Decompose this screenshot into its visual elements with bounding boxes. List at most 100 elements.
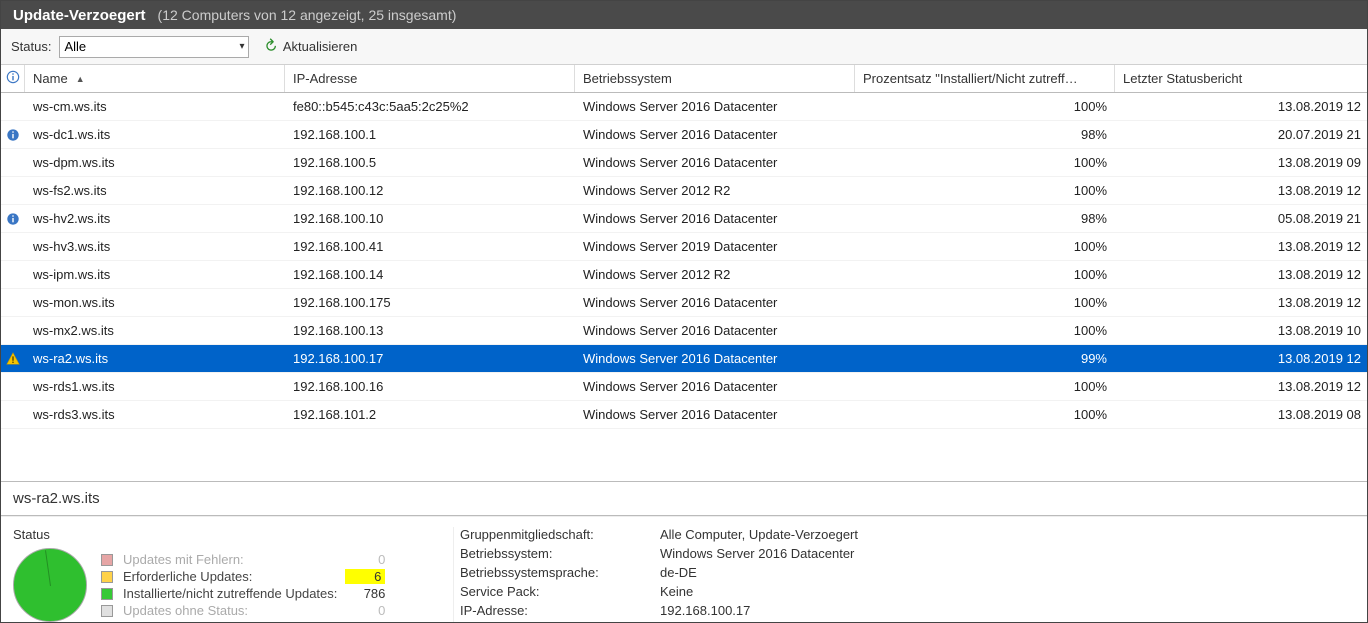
cell-ip: 192.168.100.175 [285,295,575,310]
cell-ip: 192.168.100.41 [285,239,575,254]
status-pie-chart [13,548,87,622]
sort-asc-icon: ▲ [76,74,85,84]
column-header-last[interactable]: Letzter Statusbericht [1115,65,1367,92]
refresh-button[interactable]: ↻ Aktualisieren [257,37,363,57]
legend-label-errors: Updates mit Fehlern: [123,552,337,567]
cell-pct: 100% [855,379,1115,394]
cell-os: Windows Server 2016 Datacenter [575,379,855,394]
prop-val-os: Windows Server 2016 Datacenter [660,546,1355,561]
cell-os: Windows Server 2012 R2 [575,183,855,198]
cell-pct: 99% [855,351,1115,366]
column-header-pct[interactable]: Prozentsatz "Installiert/Nicht zutreff… [855,65,1115,92]
legend-value-installed: 786 [345,586,385,601]
cell-last: 13.08.2019 12 [1115,239,1367,254]
cell-pct: 100% [855,407,1115,422]
cell-name: ws-rds3.ws.its [25,407,285,422]
cell-name: ws-mx2.ws.its [25,323,285,338]
window-subtitle: (12 Computers von 12 angezeigt, 25 insge… [158,7,457,23]
status-filter-dropdown[interactable]: Alle ▾ [59,36,249,58]
cell-name: ws-mon.ws.its [25,295,285,310]
legend-value-required: 6 [345,569,385,584]
prop-key-lang: Betriebssystemsprache: [460,565,650,580]
details-header: ws-ra2.ws.its [1,481,1367,516]
info-icon [6,70,20,87]
table-body[interactable]: ws-cm.ws.itsfe80::b545:c43c:5aa5:2c25%2W… [1,93,1367,481]
cell-pct: 100% [855,323,1115,338]
cell-ip: 192.168.100.1 [285,127,575,142]
status-label: Status: [11,39,51,54]
cell-pct: 100% [855,295,1115,310]
chevron-down-icon: ▾ [239,41,244,52]
cell-pct: 100% [855,155,1115,170]
prop-val-sp: Keine [660,584,1355,599]
cell-last: 13.08.2019 08 [1115,407,1367,422]
table-row[interactable]: ws-ipm.ws.its192.168.100.14Windows Serve… [1,261,1367,289]
refresh-icon: ↻ [260,36,281,57]
table-row[interactable]: ws-hv3.ws.its192.168.100.41Windows Serve… [1,233,1367,261]
cell-os: Windows Server 2016 Datacenter [575,211,855,226]
cell-last: 13.08.2019 12 [1115,295,1367,310]
row-status-icon-cell [1,128,25,142]
cell-ip: fe80::b545:c43c:5aa5:2c25%2 [285,99,575,114]
table-row[interactable]: ws-ra2.ws.its192.168.100.17Windows Serve… [1,345,1367,373]
cell-ip: 192.168.100.16 [285,379,575,394]
details-properties: Gruppenmitgliedschaft: Alle Computer, Up… [453,527,1355,622]
cell-pct: 100% [855,99,1115,114]
table-row[interactable]: ws-fs2.ws.its192.168.100.12Windows Serve… [1,177,1367,205]
toolbar: Status: Alle ▾ ↻ Aktualisieren [1,29,1367,65]
column-header-info[interactable] [1,65,25,92]
row-status-icon-cell [1,212,25,226]
cell-name: ws-cm.ws.its [25,99,285,114]
cell-name: ws-rds1.ws.its [25,379,285,394]
cell-last: 13.08.2019 12 [1115,183,1367,198]
legend-label-installed: Installierte/nicht zutreffende Updates: [123,586,337,601]
cell-os: Windows Server 2016 Datacenter [575,127,855,142]
cell-name: ws-ipm.ws.its [25,267,285,282]
prop-val-group: Alle Computer, Update-Verzoegert [660,527,1355,542]
column-header-ip[interactable]: IP-Adresse [285,65,575,92]
prop-key-sp: Service Pack: [460,584,650,599]
cell-os: Windows Server 2016 Datacenter [575,351,855,366]
cell-last: 13.08.2019 12 [1115,99,1367,114]
table-row[interactable]: ws-hv2.ws.its192.168.100.10Windows Serve… [1,205,1367,233]
status-filter-value: Alle [64,39,239,54]
table-row[interactable]: ws-dpm.ws.its192.168.100.5Windows Server… [1,149,1367,177]
cell-pct: 98% [855,127,1115,142]
cell-ip: 192.168.100.10 [285,211,575,226]
cell-os: Windows Server 2016 Datacenter [575,407,855,422]
cell-pct: 98% [855,211,1115,226]
legend-label-required: Erforderliche Updates: [123,569,337,584]
status-title: Status [13,527,453,542]
computers-table: Name ▲ IP-Adresse Betriebssystem Prozent… [1,65,1367,481]
cell-ip: 192.168.101.2 [285,407,575,422]
table-row[interactable]: ws-mon.ws.its192.168.100.175Windows Serv… [1,289,1367,317]
legend-swatch-installed [101,588,113,600]
column-header-name[interactable]: Name ▲ [25,65,285,92]
status-legend: Updates mit Fehlern: 0 Erforderliche Upd… [101,552,385,618]
legend-swatch-required [101,571,113,583]
row-status-icon-cell [1,352,25,366]
legend-value-errors: 0 [345,552,385,567]
cell-pct: 100% [855,183,1115,198]
cell-name: ws-hv2.ws.its [25,211,285,226]
table-row[interactable]: ws-mx2.ws.its192.168.100.13Windows Serve… [1,317,1367,345]
prop-key-group: Gruppenmitgliedschaft: [460,527,650,542]
cell-ip: 192.168.100.13 [285,323,575,338]
table-row[interactable]: ws-cm.ws.itsfe80::b545:c43c:5aa5:2c25%2W… [1,93,1367,121]
table-row[interactable]: ws-dc1.ws.its192.168.100.1Windows Server… [1,121,1367,149]
table-row[interactable]: ws-rds3.ws.its192.168.101.2Windows Serve… [1,401,1367,429]
cell-os: Windows Server 2016 Datacenter [575,295,855,310]
cell-last: 13.08.2019 12 [1115,267,1367,282]
cell-os: Windows Server 2016 Datacenter [575,155,855,170]
table-row[interactable]: ws-rds1.ws.its192.168.100.16Windows Serv… [1,373,1367,401]
window-title: Update-Verzoegert [13,7,146,24]
cell-last: 20.07.2019 21 [1115,127,1367,142]
status-block: Status Updates mit Fehlern: 0 Erforderli… [13,527,453,622]
refresh-label: Aktualisieren [283,39,357,54]
column-header-os[interactable]: Betriebssystem [575,65,855,92]
info-icon [6,212,20,226]
legend-value-none: 0 [345,603,385,618]
cell-name: ws-ra2.ws.its [25,351,285,366]
table-header-row: Name ▲ IP-Adresse Betriebssystem Prozent… [1,65,1367,93]
legend-swatch-errors [101,554,113,566]
